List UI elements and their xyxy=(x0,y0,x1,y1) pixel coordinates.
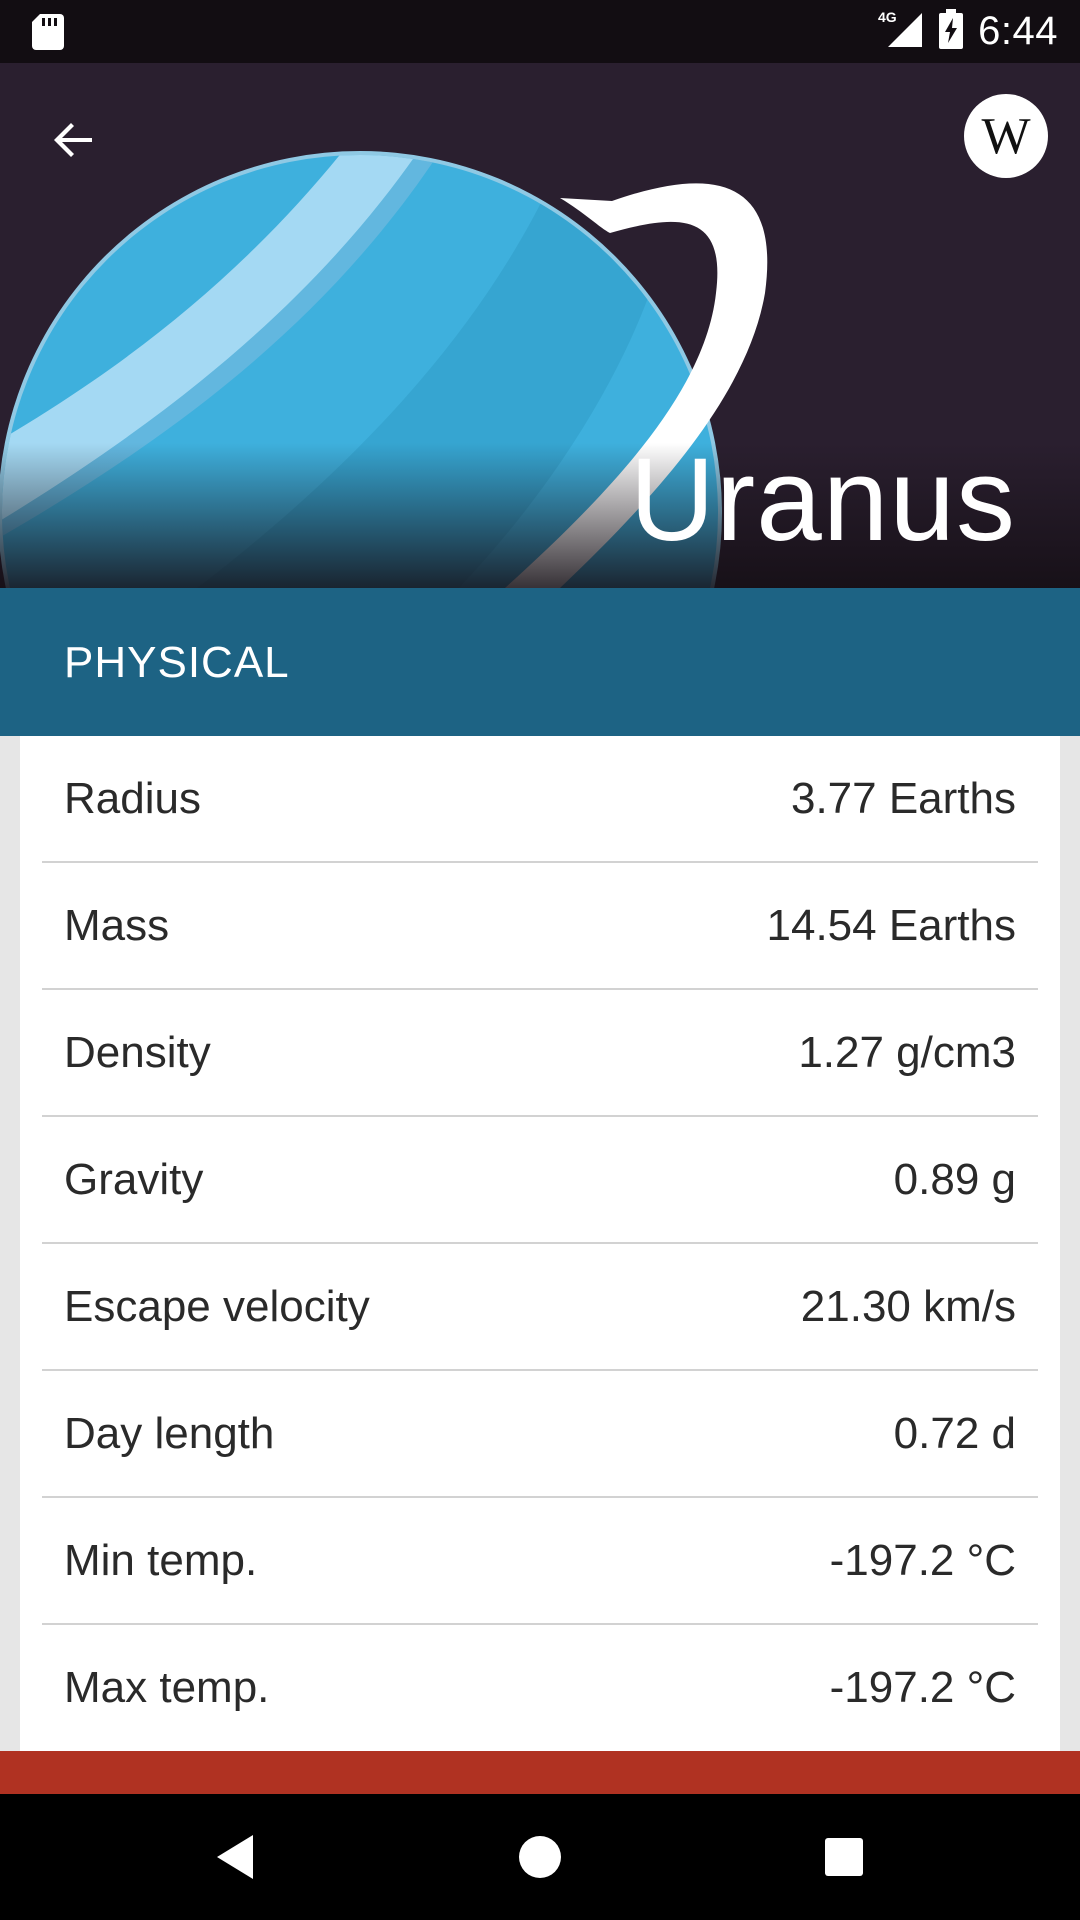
next-section-header[interactable] xyxy=(0,1751,1080,1794)
wikipedia-icon: W xyxy=(981,107,1031,165)
property-row-radius: Radius 3.77 Earths xyxy=(42,736,1038,863)
property-value: 3.77 Earths xyxy=(790,774,1016,823)
signal-icon: 4G xyxy=(878,9,924,54)
property-label: Min temp. xyxy=(64,1536,258,1585)
nav-back-icon xyxy=(217,1835,253,1879)
property-value: 1.27 g/cm3 xyxy=(798,1028,1016,1077)
property-row-min-temp: Min temp. -197.2 °C xyxy=(42,1498,1038,1625)
section-title: PHYSICAL xyxy=(64,638,290,687)
nav-recents-button[interactable] xyxy=(809,1822,879,1892)
planet-header: W Uranus xyxy=(0,63,1080,588)
properties-card: Radius 3.77 Earths Mass 14.54 Earths Den… xyxy=(20,736,1060,1751)
property-label: Gravity xyxy=(64,1155,204,1204)
property-row-max-temp: Max temp. -197.2 °C xyxy=(42,1625,1038,1751)
property-row-density: Density 1.27 g/cm3 xyxy=(42,990,1038,1117)
property-label: Day length xyxy=(64,1409,275,1458)
property-value: 21.30 km/s xyxy=(800,1282,1016,1331)
nav-recents-icon xyxy=(825,1838,863,1876)
network-type: 4G xyxy=(878,9,897,25)
property-value: 14.54 Earths xyxy=(766,901,1017,950)
property-row-mass: Mass 14.54 Earths xyxy=(42,863,1038,990)
property-label: Escape velocity xyxy=(64,1282,370,1331)
section-header: PHYSICAL xyxy=(0,588,1080,736)
property-label: Density xyxy=(64,1028,211,1077)
wikipedia-button[interactable]: W xyxy=(964,94,1048,178)
property-row-gravity: Gravity 0.89 g xyxy=(42,1117,1038,1244)
property-label: Mass xyxy=(64,901,170,950)
property-value: 0.89 g xyxy=(893,1155,1016,1204)
property-label: Max temp. xyxy=(64,1663,270,1712)
arrow-left-icon xyxy=(54,123,92,157)
property-label: Radius xyxy=(64,774,201,823)
property-value: 0.72 d xyxy=(893,1409,1016,1458)
system-navigation-bar xyxy=(0,1794,1080,1920)
battery-charging-icon xyxy=(938,9,964,54)
sd-card-icon xyxy=(32,14,64,55)
property-row-day-length: Day length 0.72 d xyxy=(42,1371,1038,1498)
back-button[interactable] xyxy=(40,106,108,174)
page-title: Uranus xyxy=(629,434,1016,566)
nav-home-button[interactable] xyxy=(505,1822,575,1892)
property-row-escape-velocity: Escape velocity 21.30 km/s xyxy=(42,1244,1038,1371)
property-value: -197.2 °C xyxy=(829,1663,1016,1712)
nav-back-button[interactable] xyxy=(200,1822,270,1892)
nav-home-icon xyxy=(519,1836,561,1878)
clock: 6:44 xyxy=(978,9,1058,53)
status-bar: 4G 6:44 xyxy=(0,0,1080,63)
property-value: -197.2 °C xyxy=(829,1536,1016,1585)
